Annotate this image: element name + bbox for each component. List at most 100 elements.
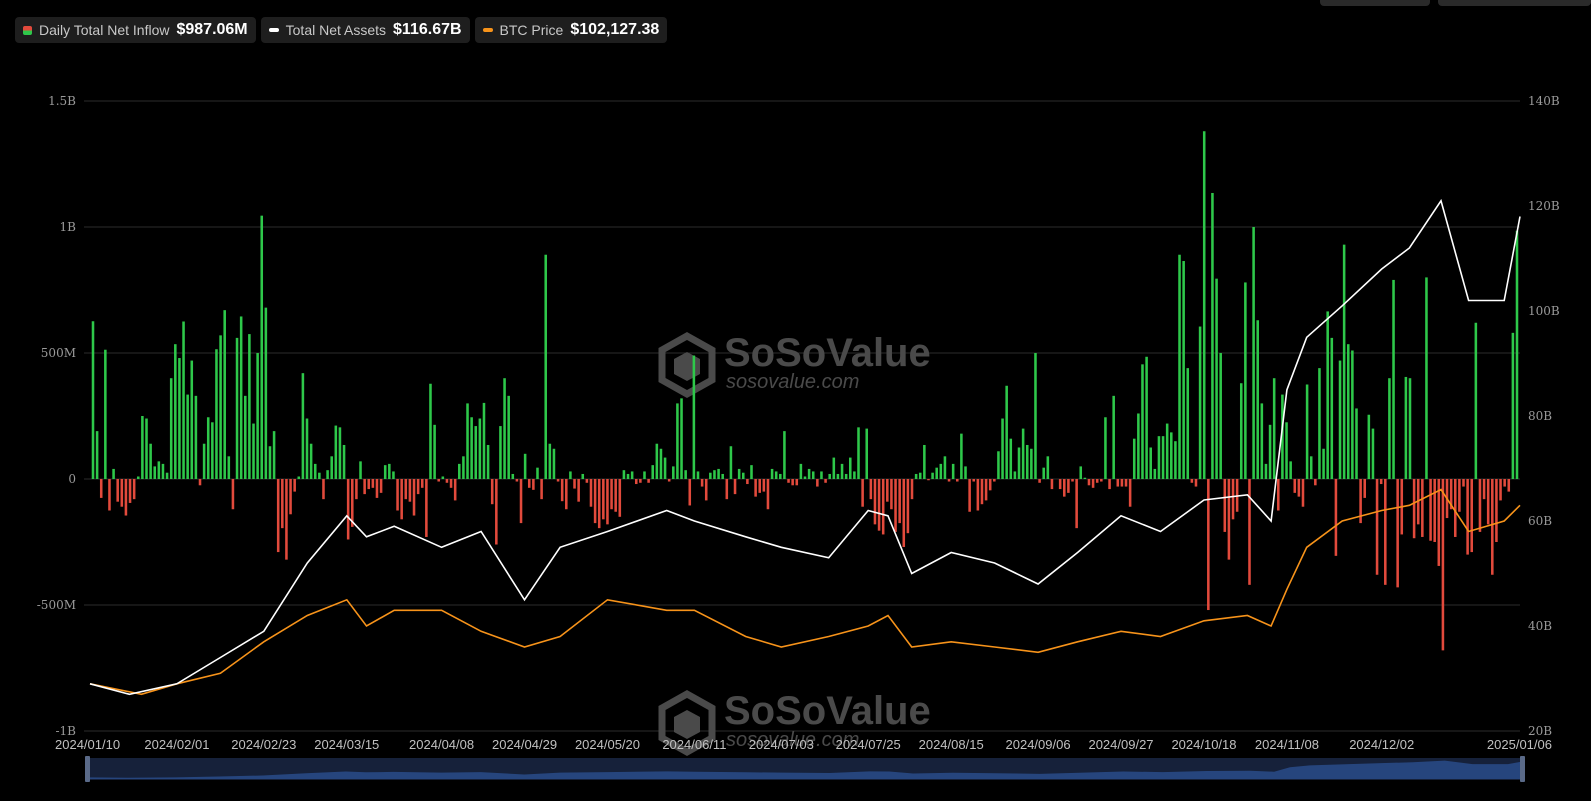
inflow-bar xyxy=(848,457,852,479)
inflow-bar xyxy=(1277,479,1280,511)
inflow-bar xyxy=(811,471,815,479)
etf-flow-chart[interactable]: 1.5B 1B 500M 0 -500M -1B 20B 40B 60B 80B 100B 120B… xyxy=(0,0,1591,801)
inflow-bar xyxy=(1367,414,1371,479)
inflow-bar xyxy=(844,473,848,479)
inflow-bar xyxy=(1013,471,1017,479)
inflow-bar xyxy=(906,479,910,534)
inflow-bar xyxy=(993,479,996,482)
x-tick-label: 2024/04/29 xyxy=(492,737,557,752)
inflow-bar xyxy=(515,479,519,482)
inflow-bar xyxy=(285,479,288,560)
inflow-bar xyxy=(1421,479,1424,537)
inflow-bar xyxy=(136,476,140,479)
inflow-bar xyxy=(383,465,387,479)
inflow-bar xyxy=(709,472,712,479)
inflow-bar xyxy=(1272,378,1276,479)
inflow-bar xyxy=(194,395,198,479)
inflow-bar xyxy=(1038,479,1041,483)
inflow-bar xyxy=(589,479,593,507)
inflow-bar xyxy=(886,479,889,502)
inflow-bar xyxy=(667,479,671,482)
inflow-bar xyxy=(659,448,663,479)
inflow-bar xyxy=(495,479,498,545)
inflow-bar xyxy=(828,473,831,479)
inflow-bar xyxy=(330,456,333,479)
range-navigator[interactable] xyxy=(85,756,1525,782)
inflow-bar xyxy=(1293,479,1297,493)
inflow-bar xyxy=(231,479,235,510)
inflow-bar xyxy=(408,479,412,502)
inflow-bar xyxy=(807,468,811,479)
inflow-bar xyxy=(141,416,144,479)
inflow-bar xyxy=(1260,403,1264,479)
inflow-bar xyxy=(1017,447,1021,479)
inflow-bar xyxy=(1182,261,1185,479)
inflow-bar xyxy=(1128,479,1132,507)
inflow-bar xyxy=(634,479,638,485)
inflow-bar xyxy=(252,423,255,479)
inflow-bar xyxy=(910,479,914,500)
inflow-bar xyxy=(614,479,617,512)
inflow-bar xyxy=(639,479,642,483)
inflow-bar xyxy=(803,476,807,479)
inflow-bar xyxy=(297,476,301,479)
inflow-bar xyxy=(346,479,350,540)
inflow-bar xyxy=(1079,466,1083,479)
watermark: SoSoValue sosovalue.com SoSoValue sosova… xyxy=(658,331,931,757)
inflow-bar xyxy=(688,479,692,506)
inflow-bar xyxy=(420,479,424,488)
inflow-bar xyxy=(219,335,222,479)
watermark-brand: SoSoValue xyxy=(724,331,931,375)
inflow-bar xyxy=(713,470,716,479)
inflow-bar xyxy=(552,448,556,479)
inflow-bar xyxy=(445,479,449,483)
inflow-bar xyxy=(1116,479,1120,487)
inflow-bar xyxy=(305,418,309,479)
inflow-bar xyxy=(597,479,601,529)
inflow-bar xyxy=(853,471,856,479)
inflow-bar xyxy=(363,479,366,495)
inflow-bar xyxy=(532,479,535,490)
inflow-bar xyxy=(762,479,766,492)
left-tick-label: 0 xyxy=(68,472,76,486)
inflow-bar xyxy=(1132,438,1136,479)
inflow-bar xyxy=(577,479,580,502)
x-tick-label: 2024/10/18 xyxy=(1171,737,1236,752)
inflow-bar xyxy=(754,479,757,497)
inflow-bar xyxy=(779,473,782,479)
inflow-bar xyxy=(939,463,943,479)
inflow-bar xyxy=(1322,448,1325,479)
inflow-bar xyxy=(622,470,626,479)
inflow-bar xyxy=(676,403,679,479)
navigator-left-handle[interactable] xyxy=(85,756,90,782)
inflow-bar xyxy=(132,479,136,500)
inflow-bar xyxy=(145,418,148,479)
inflow-bar xyxy=(244,395,247,479)
inflow-bar xyxy=(359,461,362,479)
inflow-bar xyxy=(1338,360,1342,479)
inflow-bar xyxy=(997,451,1000,479)
inflow-bar xyxy=(157,461,161,479)
inflow-bar xyxy=(1384,479,1387,585)
inflow-bar xyxy=(437,479,440,482)
left-tick-label: -1B xyxy=(55,724,76,738)
right-tick-label: 80B xyxy=(1528,409,1552,423)
inflow-bar xyxy=(392,471,395,479)
left-tick-label: -500M xyxy=(37,598,76,612)
inflow-bar xyxy=(149,443,152,479)
inflow-bar xyxy=(663,457,667,479)
inflow-bar xyxy=(881,479,885,535)
inflow-bar xyxy=(799,463,803,479)
navigator-right-handle[interactable] xyxy=(1520,756,1525,782)
inflow-bar xyxy=(235,337,239,479)
inflow-bar xyxy=(902,479,906,548)
inflow-bar xyxy=(1067,479,1070,493)
inflow-bar xyxy=(293,479,296,492)
inflow-bar xyxy=(178,358,181,479)
x-tick-label: 2024/11/08 xyxy=(1255,737,1319,752)
inflow-bar xyxy=(758,479,762,493)
left-tick-label: 1B xyxy=(60,220,77,234)
x-tick-label: 2024/04/08 xyxy=(409,737,474,752)
inflow-bar xyxy=(988,479,992,491)
inflow-bar xyxy=(1157,436,1161,479)
